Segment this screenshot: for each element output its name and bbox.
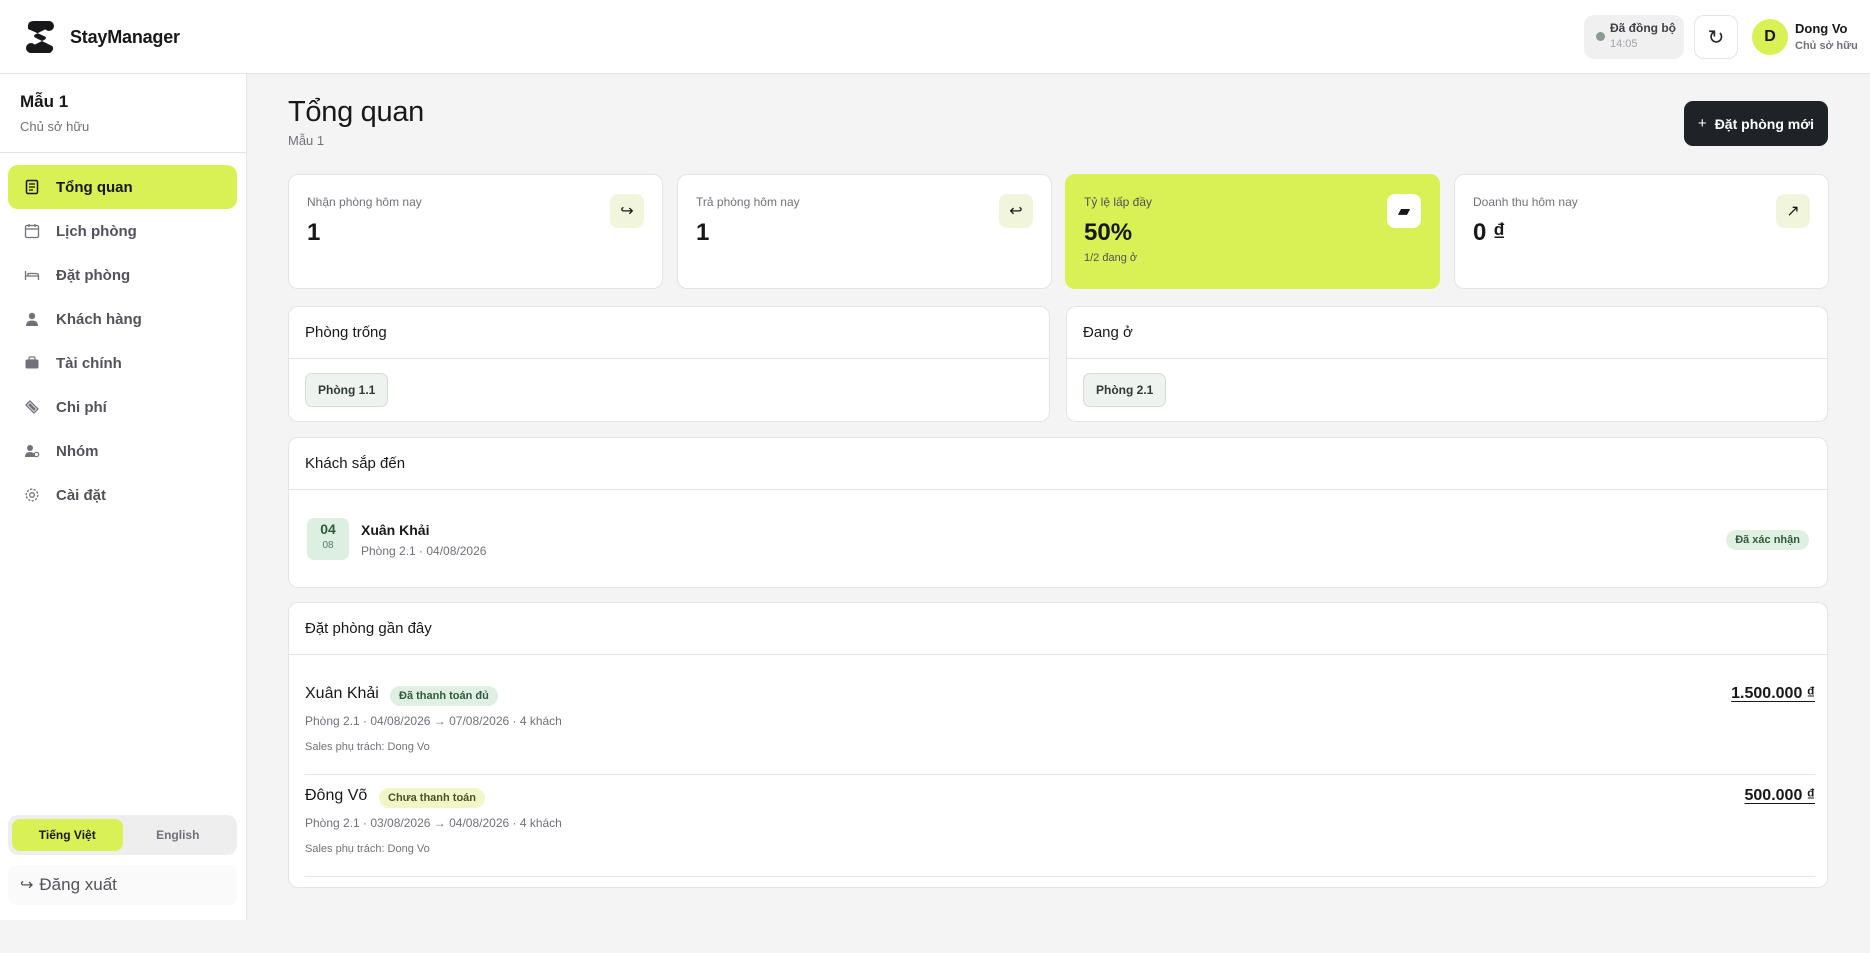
sidebar-divider: [0, 152, 246, 153]
sync-status: Đã đồng bộ 14:05: [1584, 15, 1684, 59]
logout-button[interactable]: ↪ Đăng xuất: [8, 865, 237, 905]
app-name: StayManager: [70, 26, 180, 47]
sync-time: 14:05: [1610, 38, 1638, 50]
stat-label: Tỷ lệ lấp đầy: [1084, 195, 1153, 209]
booking-amount[interactable]: 1.500.000 ₫: [1731, 685, 1815, 703]
refresh-icon: ↻: [1707, 26, 1725, 49]
stat-value: 1: [696, 219, 710, 246]
occupied-rooms-card: Đang ở: [1066, 306, 1828, 422]
sidebar-item-finance[interactable]: Tài chính: [8, 341, 237, 385]
arrival-guest-name[interactable]: Xuân Khải: [361, 522, 429, 538]
sidebar-item-customers[interactable]: Khách hàng: [8, 297, 237, 341]
gear-icon: [24, 487, 40, 503]
stat-value: 0 ₫: [1473, 219, 1506, 246]
sidebar-item-label: Tài chính: [56, 354, 122, 372]
tag-icon: [24, 399, 40, 415]
sidebar-item-label: Cài đặt: [56, 486, 107, 504]
card-title: Khách sắp đến: [289, 438, 1827, 490]
arrival-month: 08: [322, 540, 334, 551]
booking-sales: Sales phụ trách: Dong Vo: [305, 843, 430, 855]
room-chip-vacant[interactable]: Phòng 1.1: [305, 373, 389, 407]
new-booking-label: Đặt phòng mới: [1714, 115, 1815, 132]
top-bar: StayManager Đã đồng bộ 14:05 ↻ D Dong Vo…: [0, 0, 1870, 74]
stat-card-checkout: Trả phòng hôm nay 1 ↩: [677, 174, 1052, 289]
sync-dot-icon: [1596, 32, 1605, 41]
new-booking-button[interactable]: + Đặt phòng mới: [1684, 101, 1828, 146]
stat-label: Nhận phòng hôm nay: [307, 195, 422, 209]
arrivals-card: Khách sắp đến 04 08 Xuân Khải Phòng 2.1 …: [288, 437, 1828, 588]
bed-icon: ▰: [1387, 194, 1421, 228]
card-title: Phòng trống: [289, 307, 1049, 359]
language-vietnamese-button[interactable]: Tiếng Việt: [12, 819, 123, 851]
booking-row[interactable]: Xuân Khải Đã thanh toán đủ Phòng 2.1 · 0…: [305, 685, 1815, 775]
trend-up-icon: ↗: [1776, 194, 1810, 228]
refresh-button[interactable]: ↻: [1694, 15, 1738, 59]
dashboard-icon: [24, 179, 40, 195]
sidebar: Mẫu 1 Chủ sở hữu Tổng quan Lịch phòng Đặ…: [0, 74, 247, 920]
sidebar-item-label: Khách hàng: [56, 310, 142, 328]
arrival-day: 04: [320, 521, 336, 537]
status-badge: Đã xác nhận: [1726, 530, 1809, 550]
booking-sales: Sales phụ trách: Dong Vo: [305, 741, 430, 753]
plus-icon: +: [1697, 115, 1707, 132]
payment-status-badge: Chưa thanh toán: [379, 788, 486, 808]
vacant-rooms-card: Phòng trống: [288, 306, 1050, 422]
sync-label: Đã đồng bộ: [1610, 21, 1676, 35]
payment-status-badge: Đã thanh toán đủ: [390, 686, 498, 706]
page-subtitle: Mẫu 1: [288, 133, 325, 148]
stat-label: Doanh thu hôm nay: [1473, 195, 1578, 209]
app-logo[interactable]: StayManager: [24, 20, 180, 54]
org-role: Chủ sở hữu: [20, 119, 90, 134]
stat-card-revenue: Doanh thu hôm nay 0 ₫ ↗: [1454, 174, 1829, 289]
sidebar-item-label: Đặt phòng: [56, 266, 131, 284]
user-icon: [24, 311, 40, 327]
room-chip-occupied[interactable]: Phòng 2.1: [1083, 373, 1167, 407]
sidebar-item-bookings[interactable]: Đặt phòng: [8, 253, 237, 297]
sidebar-item-label: Nhóm: [56, 442, 99, 460]
stat-label: Trả phòng hôm nay: [696, 195, 800, 209]
wallet-icon: [24, 355, 40, 371]
card-title: Đặt phòng gần đây: [289, 603, 1827, 655]
logout-icon: ↪: [20, 877, 34, 894]
sidebar-item-overview[interactable]: Tổng quan: [8, 165, 237, 209]
user-name[interactable]: Dong Vo: [1795, 21, 1847, 36]
team-icon: [24, 443, 40, 459]
logo-icon: [26, 21, 54, 53]
arrival-meta: Phòng 2.1 · 04/08/2026: [361, 544, 487, 558]
user-role: Chủ sở hữu: [1795, 40, 1858, 52]
check-out-icon: ↩: [999, 194, 1033, 228]
sidebar-item-calendar[interactable]: Lịch phòng: [8, 209, 237, 253]
booking-meta: Phòng 2.1 · 04/08/2026 → 07/08/2026 · 4 …: [305, 714, 562, 728]
booking-guest-name: Đông Võ: [305, 787, 368, 804]
sidebar-nav: Tổng quan Lịch phòng Đặt phòng Khách hàn…: [8, 165, 237, 517]
stat-value: 1: [307, 219, 321, 246]
booking-amount[interactable]: 500.000 ₫: [1745, 787, 1816, 805]
arrival-date-badge: 04 08: [307, 518, 349, 560]
sidebar-item-expenses[interactable]: Chi phí: [8, 385, 237, 429]
stat-card-checkin: Nhận phòng hôm nay 1 ↪: [288, 174, 663, 289]
language-switch: Tiếng Việt English: [8, 815, 237, 855]
avatar[interactable]: D: [1752, 19, 1788, 55]
check-in-icon: ↪: [610, 194, 644, 228]
recent-bookings-card: Đặt phòng gần đây Xuân Khải Đã thanh toá…: [288, 602, 1828, 888]
stat-card-occupancy: Tỷ lệ lấp đầy 50% 1/2 đang ở ▰: [1065, 174, 1440, 289]
booking-meta: Phòng 2.1 · 03/08/2026 → 04/08/2026 · 4 …: [305, 816, 562, 830]
stat-sub: 1/2 đang ở: [1084, 252, 1138, 264]
language-english-button[interactable]: English: [123, 819, 234, 851]
sidebar-item-label: Tổng quan: [56, 178, 133, 196]
org-name: Mẫu 1: [20, 92, 69, 111]
sidebar-item-team[interactable]: Nhóm: [8, 429, 237, 473]
calendar-icon: [24, 223, 40, 239]
booking-guest-name: Xuân Khải: [305, 685, 379, 702]
bed-icon: [24, 267, 40, 283]
sidebar-item-label: Chi phí: [56, 398, 107, 416]
sidebar-item-label: Lịch phòng: [56, 222, 137, 240]
booking-row[interactable]: Đông Võ Chưa thanh toán Phòng 2.1 · 03/0…: [305, 787, 1815, 877]
stat-value: 50%: [1084, 219, 1133, 246]
card-title: Đang ở: [1067, 307, 1827, 359]
page-title: Tổng quan: [288, 96, 424, 128]
sidebar-item-settings[interactable]: Cài đặt: [8, 473, 237, 517]
logout-label: Đăng xuất: [39, 875, 117, 894]
